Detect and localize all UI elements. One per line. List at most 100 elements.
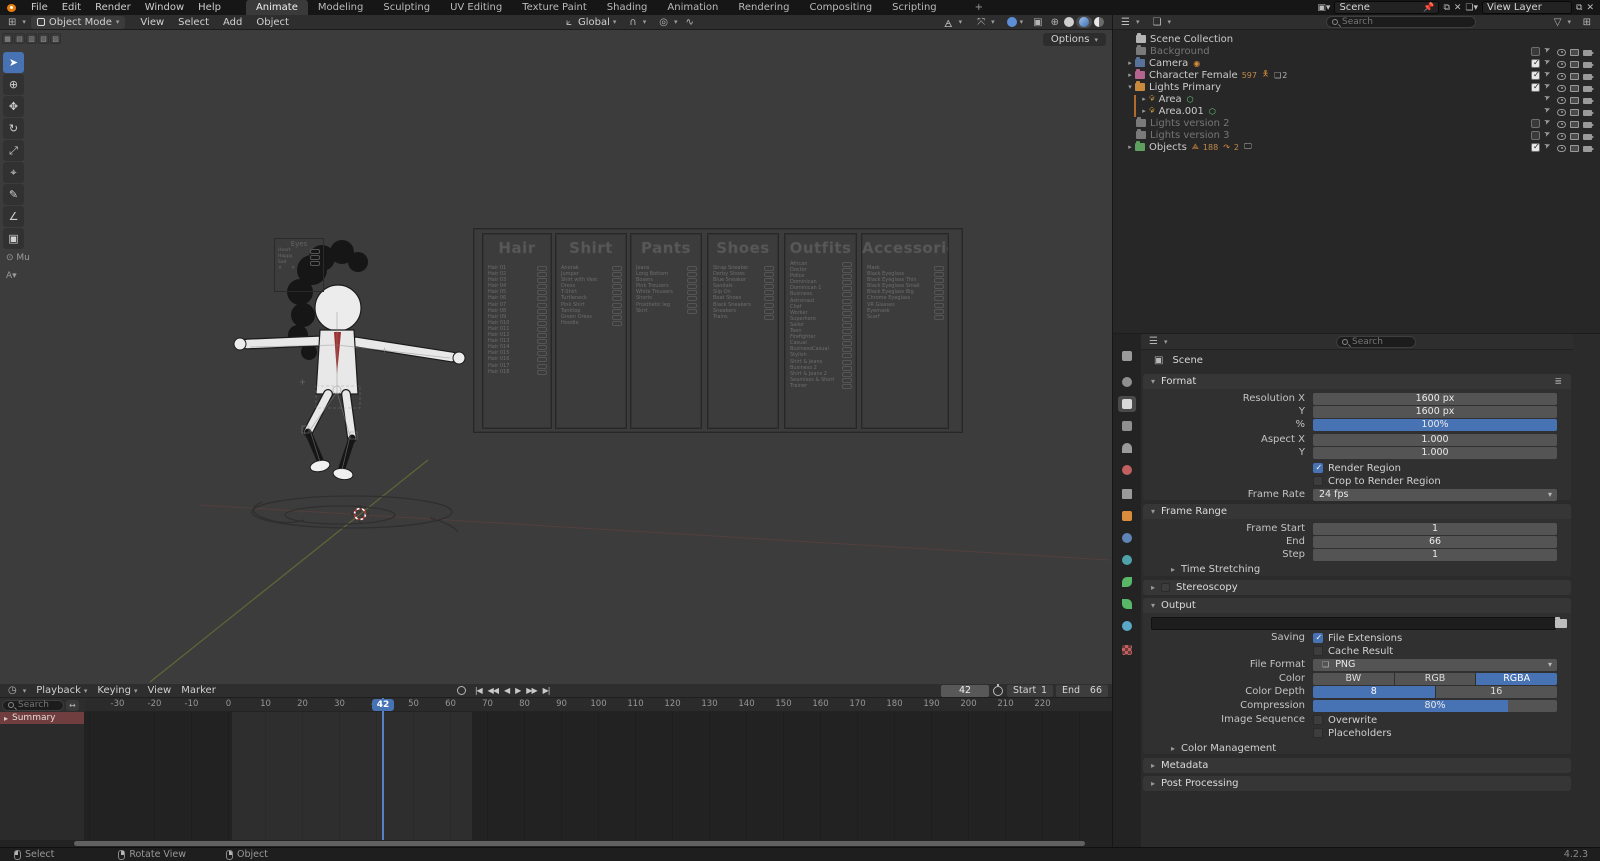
timeline-ruler[interactable]: -30-20-100102030405060708090100110120130… (85, 698, 1112, 712)
end-frame-field[interactable]: End66 (1056, 685, 1108, 697)
jump-to-end-button[interactable]: ▶| (540, 686, 553, 695)
exclude-checkbox[interactable] (1531, 119, 1540, 128)
render-region-row[interactable]: Render Region (1313, 462, 1401, 474)
timeline-search-input[interactable] (18, 700, 58, 710)
tab-render[interactable] (1118, 374, 1136, 390)
auto-keyframe-toggle[interactable] (457, 686, 466, 695)
file-format-dropdown[interactable]: ❏ PNG (1313, 659, 1557, 671)
tab-bone[interactable] (1118, 596, 1136, 612)
viewport-3d[interactable]: ▦ ▤ ▥ ▧ ▨ Options▾ ➤ ⊕ ✥ ↻ ⤢ ⌖ ✎ ∠ ▣ ⊙ M… (0, 30, 1112, 684)
keying-menu[interactable]: Keying▾ (92, 685, 142, 696)
shading-solid-button[interactable] (1064, 17, 1074, 27)
select-mode-intersect-icon[interactable]: ▨ (50, 33, 61, 44)
outliner-row-objects[interactable]: ▸ Objects ⟁ 188 ↷ 2 🖵 (1113, 141, 1600, 153)
start-frame-field[interactable]: Start1 (1007, 685, 1053, 697)
shading-material-button[interactable] (1076, 16, 1092, 28)
tab-texture[interactable] (1118, 642, 1136, 658)
hide-viewport-icon[interactable] (1557, 73, 1566, 80)
workspace-tab[interactable]: Scripting (882, 0, 946, 15)
tool-measure[interactable]: ∠ (3, 206, 24, 227)
frame-rate-dropdown[interactable]: 24 fps (1313, 489, 1557, 501)
new-scene-icon[interactable]: ⧉ (1443, 3, 1449, 13)
shading-wireframe-button[interactable]: ⊕ (1048, 17, 1062, 28)
crop-render-region-checkbox[interactable] (1313, 476, 1323, 486)
marker-menu[interactable]: Marker (176, 685, 221, 696)
viewport-menu-item[interactable]: Select (171, 17, 216, 28)
main-menu-item[interactable]: Window (138, 0, 191, 15)
wardrobe-item[interactable]: Skirt (636, 308, 697, 314)
wardrobe-item[interactable]: Hoodie (561, 320, 622, 326)
disable-viewport-icon[interactable] (1570, 73, 1579, 80)
timeline-dopesheet[interactable] (85, 712, 1112, 840)
resolution-y-field[interactable]: 1600 px (1313, 406, 1557, 418)
selectable-icon[interactable] (1544, 59, 1553, 68)
panel-post-processing-header[interactable]: ▸Post Processing (1143, 776, 1571, 791)
snapping-dropdown[interactable]: ∩▾ (621, 17, 651, 28)
current-frame-badge[interactable]: 42 (372, 699, 394, 711)
hide-viewport-icon[interactable] (1557, 145, 1566, 152)
wardrobe-item[interactable]: Trainer (790, 383, 852, 389)
tool-annotate[interactable]: ✎ (3, 184, 24, 205)
view-layer-selector[interactable]: View Layer (1482, 1, 1572, 14)
disable-viewport-icon[interactable] (1570, 61, 1579, 68)
wardrobe-item[interactable]: Trains (713, 314, 774, 320)
scrollbar-thumb[interactable] (74, 841, 1085, 846)
properties-search[interactable] (1336, 336, 1416, 348)
timeline-editor-type-dropdown[interactable]: ◷▾ (0, 685, 31, 696)
playhead-line[interactable] (382, 698, 384, 840)
panel-format-header[interactable]: ▾Format≣ (1143, 374, 1571, 389)
play-reverse-button[interactable]: ◀ (501, 686, 512, 695)
workspace-tab[interactable]: Texture Paint (512, 0, 597, 15)
new-view-layer-icon[interactable]: ⧉ (1576, 3, 1582, 13)
time-stretching-header[interactable]: ▸Time Stretching (1171, 563, 1260, 576)
output-path-field[interactable] (1151, 617, 1556, 630)
selectable-icon[interactable] (1544, 131, 1553, 140)
outliner-row-area-001[interactable]: ▸ 💡︎⃘ Area.001 ⬡ (1113, 105, 1600, 117)
mode-dropdown[interactable]: Object Mode ▾ (31, 16, 126, 29)
compression-slider[interactable]: 80% (1313, 700, 1557, 712)
exclude-checkbox[interactable] (1531, 59, 1540, 68)
properties-editor-type-dropdown[interactable]: ☰▾ (1141, 336, 1172, 347)
main-menu-item[interactable]: Render (88, 0, 138, 15)
tool-transform[interactable]: ⌖ (3, 162, 24, 183)
tab-object-data[interactable] (1118, 574, 1136, 590)
tab-tool[interactable] (1118, 348, 1136, 364)
disable-render-icon[interactable] (1583, 134, 1592, 140)
tool-scale[interactable]: ⤢ (3, 140, 24, 161)
tool-rotate[interactable]: ↻ (3, 118, 24, 139)
shading-rendered-button[interactable] (1094, 17, 1104, 27)
crop-render-region-row[interactable]: Crop to Render Region (1313, 475, 1441, 487)
overwrite-checkbox[interactable] (1313, 715, 1323, 725)
outliner-search-input[interactable] (1342, 17, 1470, 27)
disable-viewport-icon[interactable] (1570, 109, 1579, 116)
outliner-row-character-female[interactable]: ▸ Character Female 597 🯅 ❏ 2 (1113, 69, 1600, 81)
expand-arrow[interactable]: ▸ (1139, 95, 1149, 103)
expand-arrow[interactable]: ▸ (1125, 71, 1135, 79)
select-mode-subtract-icon[interactable]: ▥ (26, 33, 37, 44)
play-button[interactable]: ▶ (512, 686, 523, 695)
selectable-icon[interactable] (1544, 83, 1553, 92)
select-mode-new-icon[interactable]: ▦ (2, 33, 13, 44)
exclude-checkbox[interactable] (1531, 143, 1540, 152)
render-region-checkbox[interactable] (1313, 463, 1323, 473)
exclude-checkbox[interactable] (1531, 71, 1540, 80)
hide-viewport-icon[interactable] (1557, 49, 1566, 56)
disable-viewport-icon[interactable] (1570, 85, 1579, 92)
outliner-display-mode-dropdown[interactable]: ❏▾ (1144, 17, 1175, 28)
workspace-tab[interactable]: Animation (657, 0, 728, 15)
outliner-row-lights-version-3[interactable]: Lights version 3 (1113, 129, 1600, 141)
outliner-row-camera[interactable]: ▸ Camera ◉ (1113, 57, 1600, 69)
new-collection-button[interactable]: ⊞ (1580, 17, 1594, 28)
aspect-x-field[interactable]: 1.000 (1313, 434, 1557, 446)
outliner-search[interactable] (1326, 16, 1476, 28)
hide-viewport-icon[interactable] (1557, 61, 1566, 68)
hide-viewport-icon[interactable] (1557, 121, 1566, 128)
editor-type-dropdown[interactable]: ⊞▾ (0, 17, 31, 28)
selectable-icon[interactable] (1544, 47, 1553, 56)
aspect-y-field[interactable]: 1.000 (1313, 447, 1557, 459)
options-button[interactable]: Options▾ (1043, 33, 1106, 46)
selectable-icon[interactable] (1544, 143, 1553, 152)
tab-scene[interactable] (1118, 440, 1136, 456)
outliner-row-area[interactable]: ▸ 💡︎⃘ Area ⬡ (1113, 93, 1600, 105)
outliner-row-lights-version-2[interactable]: Lights version 2 (1113, 117, 1600, 129)
